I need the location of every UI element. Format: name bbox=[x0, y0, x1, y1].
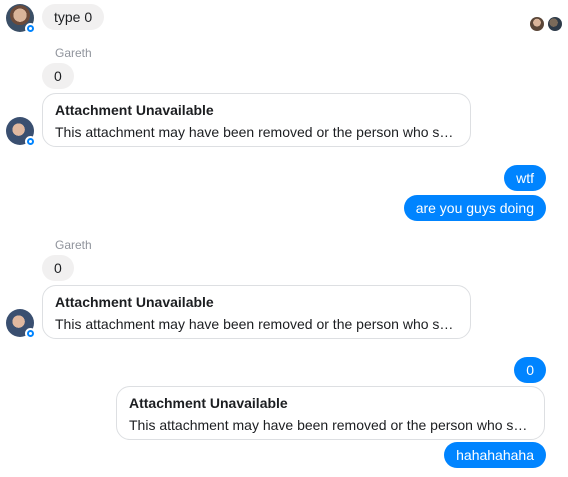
attachment-title: Attachment Unavailable bbox=[55, 294, 214, 310]
attachment-description: This attachment may have been removed or… bbox=[55, 124, 454, 140]
message-bubble-incoming[interactable]: 0 bbox=[42, 255, 74, 281]
attachment-description: This attachment may have been removed or… bbox=[129, 417, 528, 433]
attachment-card[interactable]: Attachment Unavailable This attachment m… bbox=[42, 93, 471, 147]
attachment-title: Attachment Unavailable bbox=[129, 395, 288, 411]
messenger-badge-icon bbox=[25, 136, 36, 147]
messenger-badge-icon bbox=[25, 328, 36, 339]
attachment-description: This attachment may have been removed or… bbox=[55, 316, 454, 332]
message-bubble-outgoing[interactable]: hahahahaha bbox=[444, 442, 546, 468]
sender-name: Gareth bbox=[55, 238, 92, 252]
message-bubble-outgoing[interactable]: 0 bbox=[514, 357, 546, 383]
attachment-card[interactable]: Attachment Unavailable This attachment m… bbox=[42, 285, 471, 339]
message-bubble-outgoing[interactable]: wtf bbox=[504, 165, 546, 191]
avatar[interactable] bbox=[6, 117, 36, 147]
messenger-badge-icon bbox=[25, 23, 36, 34]
message-bubble-incoming[interactable]: type 0 bbox=[42, 4, 105, 30]
message-bubble-incoming[interactable]: 0 bbox=[42, 63, 74, 89]
seen-avatar bbox=[548, 17, 562, 31]
attachment-card[interactable]: Attachment Unavailable This attachment m… bbox=[116, 386, 545, 440]
avatar[interactable] bbox=[6, 309, 36, 339]
message-bubble-outgoing[interactable]: are you guys doing bbox=[403, 195, 546, 221]
attachment-title: Attachment Unavailable bbox=[55, 102, 214, 118]
seen-avatar bbox=[530, 17, 544, 31]
avatar[interactable] bbox=[6, 4, 36, 34]
sender-name: Gareth bbox=[55, 46, 92, 60]
